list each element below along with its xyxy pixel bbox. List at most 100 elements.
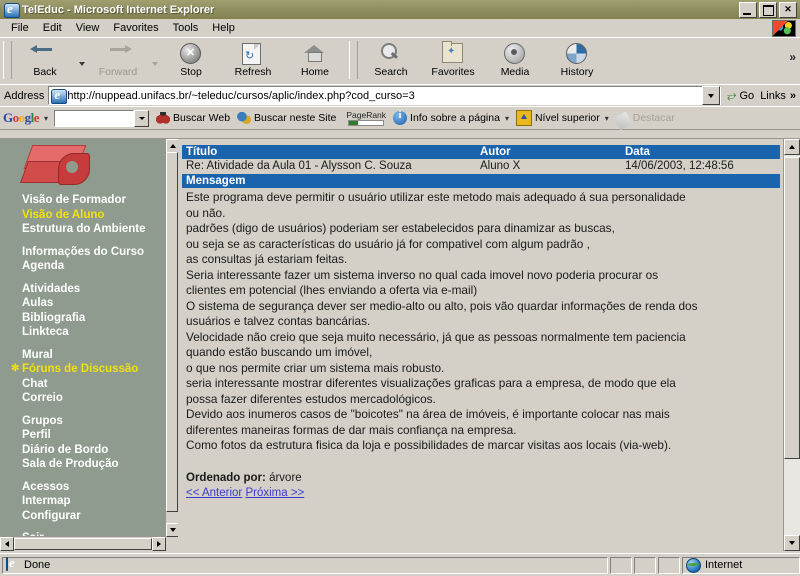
- status-message-cell: Done: [2, 556, 608, 574]
- stop-icon: ✕: [180, 43, 202, 64]
- home-icon: [304, 43, 326, 64]
- links-button[interactable]: Links »: [760, 90, 796, 102]
- sidebar-item-sala-producao[interactable]: Sala de Produção: [22, 457, 166, 472]
- info-icon: [393, 110, 408, 125]
- nivel-caret-icon[interactable]: ▾: [605, 114, 609, 123]
- message-line: o que nos permite criar um sistema mais …: [186, 360, 445, 375]
- sidebar-scroll-right-icon[interactable]: [152, 537, 166, 551]
- buscar-neste-site-button[interactable]: Buscar neste Site: [237, 111, 336, 125]
- links-label: Links: [760, 89, 786, 102]
- forward-dropdown-icon[interactable]: [149, 40, 160, 84]
- buscar-web-button[interactable]: Buscar Web: [156, 111, 230, 125]
- sidebar-item-visao-aluno[interactable]: Visão de Aluno: [22, 208, 166, 223]
- sidebar-item-aulas[interactable]: Aulas: [22, 296, 166, 311]
- sidebar-horizontal-scrollbar[interactable]: [0, 536, 166, 551]
- sidebar-item-informacoes-curso[interactable]: Informações do Curso: [22, 245, 166, 260]
- sidebar-item-atividades[interactable]: Atividades: [22, 282, 166, 297]
- google-logo-caret-icon[interactable]: ▾: [44, 114, 48, 123]
- status-ie-icon: [6, 557, 20, 572]
- status-bar: Done Internet: [0, 553, 800, 576]
- next-link[interactable]: Próxima >>: [245, 487, 304, 499]
- media-button[interactable]: Media: [484, 40, 546, 83]
- toolbar-grip-2[interactable]: [349, 41, 358, 79]
- info-pagina-button[interactable]: Info sobre a página ▾: [393, 110, 509, 125]
- go-button[interactable]: ⥂ Go: [727, 88, 754, 103]
- menu-item-edit[interactable]: Edit: [36, 21, 69, 35]
- navigation-toolbar: Back Forward ✕ Stop ↻ Refresh Home Searc…: [0, 37, 800, 84]
- sidebar-item-correio[interactable]: Correio: [22, 391, 166, 406]
- menu-item-tools[interactable]: Tools: [166, 21, 206, 35]
- menu-bar: File Edit View Favorites Tools Help: [0, 19, 800, 37]
- favorites-star-folder-icon: ✦: [442, 41, 464, 64]
- favorites-button[interactable]: ✦ Favorites: [422, 40, 484, 83]
- table-row[interactable]: Re: Atividade da Aula 01 - Alysson C. So…: [182, 159, 780, 174]
- toolbar-overflow-icon[interactable]: »: [789, 50, 796, 64]
- sidebar-item-linkteca[interactable]: Linkteca: [22, 325, 166, 340]
- google-search-input[interactable]: [55, 110, 134, 126]
- restore-button[interactable]: [759, 2, 777, 18]
- go-arrow-icon: ⥂: [726, 88, 737, 102]
- content-vertical-scrollbar[interactable]: [783, 139, 800, 551]
- close-button[interactable]: ✕: [779, 2, 797, 18]
- status-cell-b: [634, 556, 656, 574]
- zone-label: Internet: [705, 559, 743, 571]
- sidebar-scroll-thumb[interactable]: [166, 152, 178, 512]
- history-button[interactable]: History: [546, 40, 608, 83]
- sidebar-item-chat[interactable]: Chat: [22, 377, 166, 392]
- sidebar-item-estrutura-ambiente[interactable]: Estrutura do Ambiente: [22, 222, 166, 237]
- sidebar-item-grupos[interactable]: Grupos: [22, 414, 166, 429]
- destacar-button[interactable]: Destacar: [613, 109, 675, 131]
- sidebar-item-diario-bordo[interactable]: Diário de Bordo: [22, 443, 166, 458]
- home-button[interactable]: Home: [284, 40, 346, 83]
- sidebar-nav: Visão de Formador Visão de Aluno Estrutu…: [0, 139, 166, 537]
- back-button[interactable]: Back: [14, 40, 76, 83]
- info-caret-icon[interactable]: ▾: [505, 114, 509, 123]
- teleduc-logo-icon: [18, 143, 113, 191]
- sidebar-vertical-scrollbar[interactable]: [165, 139, 180, 537]
- message-line: ou não.: [186, 205, 226, 220]
- message-line: clientes em potencial (lhes enviando a o…: [186, 283, 478, 297]
- sidebar-scroll-corner: [166, 537, 178, 551]
- row-titulo: Re: Atividade da Aula 01 - Alysson C. So…: [186, 160, 412, 172]
- history-icon: [566, 43, 588, 64]
- sidebar-item-bibliografia[interactable]: Bibliografia: [22, 311, 166, 326]
- toolbar-grip[interactable]: [3, 41, 12, 79]
- message-line: usuários e talvez contas bancárias.: [186, 314, 371, 328]
- sidebar-item-acessos[interactable]: Acessos: [22, 480, 166, 495]
- forward-button[interactable]: Forward: [87, 40, 149, 83]
- refresh-button[interactable]: ↻ Refresh: [222, 40, 284, 83]
- refresh-icon: ↻: [242, 43, 264, 65]
- stop-button[interactable]: ✕ Stop: [160, 40, 222, 83]
- security-zone-cell[interactable]: Internet: [682, 556, 800, 574]
- menu-item-favorites[interactable]: Favorites: [106, 21, 165, 35]
- pagerank-label: PageRank: [346, 109, 387, 120]
- status-cell-a: [610, 556, 632, 574]
- menu-item-file[interactable]: File: [4, 21, 36, 35]
- address-input[interactable]: [67, 88, 702, 103]
- sidebar-item-perfil[interactable]: Perfil: [22, 428, 166, 443]
- sidebar-item-foruns-discussao[interactable]: Fóruns de Discussão: [11, 362, 166, 377]
- window-title: TelEduc - Microsoft Internet Explorer: [22, 3, 215, 16]
- address-dropdown-icon[interactable]: [701, 86, 720, 105]
- sidebar-item-intermap[interactable]: Intermap: [22, 494, 166, 509]
- menu-item-view[interactable]: View: [69, 21, 107, 35]
- content-scroll-down-icon[interactable]: [784, 535, 800, 551]
- google-search-dropdown-icon[interactable]: [134, 109, 150, 127]
- nivel-superior-button[interactable]: Nível superior ▾: [515, 110, 609, 126]
- address-field[interactable]: [48, 86, 721, 105]
- back-dropdown-icon[interactable]: [76, 40, 87, 84]
- previous-link[interactable]: << Anterior: [186, 487, 242, 499]
- content-scroll-up-icon[interactable]: [784, 139, 800, 155]
- sidebar-hscroll-track[interactable]: [14, 538, 152, 550]
- search-button[interactable]: Search: [360, 40, 422, 83]
- content-scroll-thumb[interactable]: [784, 157, 800, 459]
- sidebar-item-configurar[interactable]: Configurar: [22, 509, 166, 524]
- sidebar-item-visao-formador[interactable]: Visão de Formador: [22, 193, 166, 208]
- google-search-field[interactable]: [54, 109, 135, 127]
- sidebar-scroll-left-icon[interactable]: [0, 537, 14, 551]
- minimize-button[interactable]: [739, 2, 757, 18]
- sidebar-hscroll-thumb[interactable]: [14, 538, 152, 550]
- menu-item-help[interactable]: Help: [205, 21, 242, 35]
- sidebar-item-mural[interactable]: Mural: [22, 348, 166, 363]
- sidebar-item-agenda[interactable]: Agenda: [22, 259, 166, 274]
